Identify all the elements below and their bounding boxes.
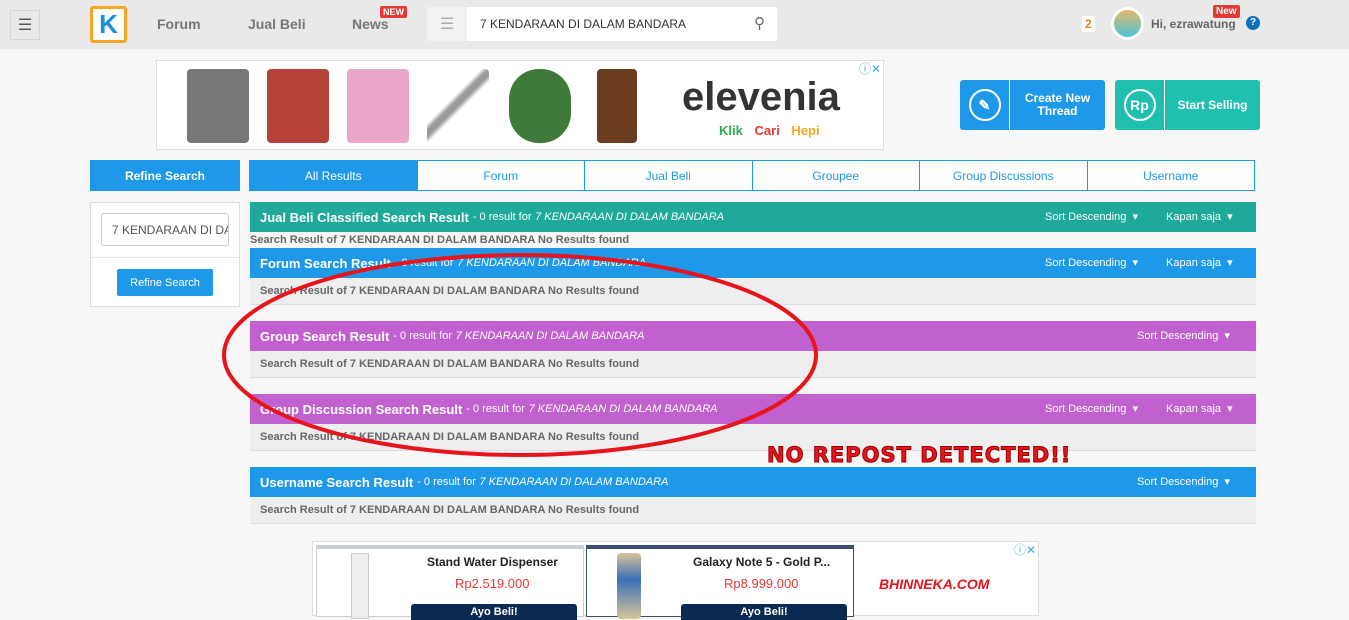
ad-product-image bbox=[351, 553, 369, 619]
ad-product-image bbox=[597, 69, 637, 143]
start-selling-button[interactable]: Rp Start Selling bbox=[1115, 80, 1260, 130]
ad-product-image bbox=[617, 553, 641, 619]
tab-group-discussions[interactable]: Group Discussions bbox=[919, 160, 1088, 191]
new-badge: NEW bbox=[380, 6, 407, 18]
buy-button[interactable]: Ayo Beli! bbox=[411, 604, 577, 620]
nav-news[interactable]: News bbox=[352, 16, 389, 32]
result-tabs: All Results Forum Jual Beli Groupee Grou… bbox=[249, 160, 1255, 191]
bhinneka-logo: BHINNEKA.COM bbox=[879, 576, 990, 592]
ad-close-icon[interactable]: ⓘ✕ bbox=[1014, 541, 1036, 558]
tab-forum[interactable]: Forum bbox=[416, 160, 585, 191]
rupiah-icon: Rp bbox=[1123, 89, 1156, 121]
search-input[interactable]: 7 KENDARAAN DI DALAM BANDARA bbox=[480, 17, 686, 31]
search-icon[interactable]: ⚲ bbox=[754, 14, 765, 32]
jual-beli-section-header: Jual Beli Classified Search Result - 0 re… bbox=[250, 202, 1256, 232]
ad-brand: elevenia bbox=[682, 75, 840, 119]
sort-dropdown[interactable]: Sort Descending ▾ bbox=[1045, 256, 1138, 269]
refine-search-panel: 7 KENDARAAN DI DALAM BANDARA Refine Sear… bbox=[90, 202, 240, 307]
tab-groupee[interactable]: Groupee bbox=[751, 160, 920, 191]
buy-button[interactable]: Ayo Beli! bbox=[681, 604, 847, 620]
ad-tagline: Cari bbox=[754, 123, 780, 138]
username-section-header: Username Search Result - 0 result for 7 K… bbox=[250, 467, 1256, 497]
time-dropdown[interactable]: Kapan saja ▾ bbox=[1166, 256, 1233, 269]
ad-close-icon[interactable]: ⓘ✕ bbox=[859, 60, 881, 77]
ad-product-card[interactable]: Stand Water Dispenser Rp2.519.000 Ayo Be… bbox=[316, 545, 584, 620]
ad-product-image bbox=[347, 69, 409, 143]
nav-forum[interactable]: Forum bbox=[157, 16, 201, 32]
hamburger-icon[interactable]: ☰ bbox=[10, 10, 40, 40]
sort-dropdown[interactable]: Sort Descending ▾ bbox=[1137, 329, 1230, 342]
ad-tagline: Hepi bbox=[791, 123, 820, 138]
sort-dropdown[interactable]: Sort Descending ▾ bbox=[1045, 210, 1138, 223]
time-dropdown[interactable]: Kapan saja ▾ bbox=[1166, 210, 1233, 223]
tab-username[interactable]: Username bbox=[1086, 160, 1255, 191]
refine-search-button[interactable]: Refine Search bbox=[117, 269, 213, 296]
ad-tagline: Klik bbox=[719, 123, 743, 138]
elevenia-ad-banner[interactable]: elevenia Klik Cari Hepi ⓘ✕ bbox=[156, 60, 884, 150]
red-ellipse-annotation bbox=[222, 253, 818, 457]
ad-product-image bbox=[509, 69, 571, 143]
tab-all-results[interactable]: All Results bbox=[249, 160, 418, 191]
no-results-message: Search Result of 7 KENDARAAN DI DALAM BA… bbox=[250, 234, 630, 246]
pencil-icon: ✎ bbox=[968, 89, 1001, 121]
refine-search-input[interactable]: 7 KENDARAAN DI DALAM BANDARA bbox=[101, 213, 229, 246]
kaskus-logo[interactable]: K bbox=[90, 6, 127, 43]
search-bar[interactable]: ☰ 7 KENDARAAN DI DALAM BANDARA ⚲ bbox=[427, 7, 777, 41]
time-dropdown[interactable]: Kapan saja ▾ bbox=[1166, 402, 1233, 415]
avatar[interactable] bbox=[1111, 7, 1144, 40]
top-navbar: ☰ K Forum Jual Beli News NEW ☰ 7 KENDARA… bbox=[0, 0, 1349, 49]
sort-dropdown[interactable]: Sort Descending ▾ bbox=[1045, 402, 1138, 415]
tab-jual-beli[interactable]: Jual Beli bbox=[584, 160, 753, 191]
ad-product-image bbox=[427, 69, 489, 143]
ad-product-image bbox=[187, 69, 249, 143]
no-repost-annotation: NO REPOST DETECTED!! bbox=[766, 443, 1072, 468]
notification-count[interactable]: 2 bbox=[1082, 16, 1095, 32]
ad-product-image bbox=[267, 69, 329, 143]
user-new-badge: New bbox=[1213, 5, 1240, 18]
bhinneka-ad-banner[interactable]: Stand Water Dispenser Rp2.519.000 Ayo Be… bbox=[312, 541, 1039, 620]
user-greeting[interactable]: Hi, ezrawatung bbox=[1151, 17, 1236, 31]
sort-dropdown[interactable]: Sort Descending ▾ bbox=[1137, 475, 1230, 488]
help-icon[interactable]: ? bbox=[1246, 16, 1260, 30]
refine-search-title: Refine Search bbox=[90, 160, 240, 191]
no-results-message: Search Result of 7 KENDARAAN DI DALAM BA… bbox=[250, 497, 1256, 524]
category-menu-icon[interactable]: ☰ bbox=[427, 7, 467, 41]
create-thread-button[interactable]: ✎ Create New Thread bbox=[960, 80, 1105, 130]
ad-product-card[interactable]: Galaxy Note 5 - Gold P... Rp8.999.000 Ay… bbox=[586, 545, 854, 620]
nav-jual-beli[interactable]: Jual Beli bbox=[248, 16, 306, 32]
